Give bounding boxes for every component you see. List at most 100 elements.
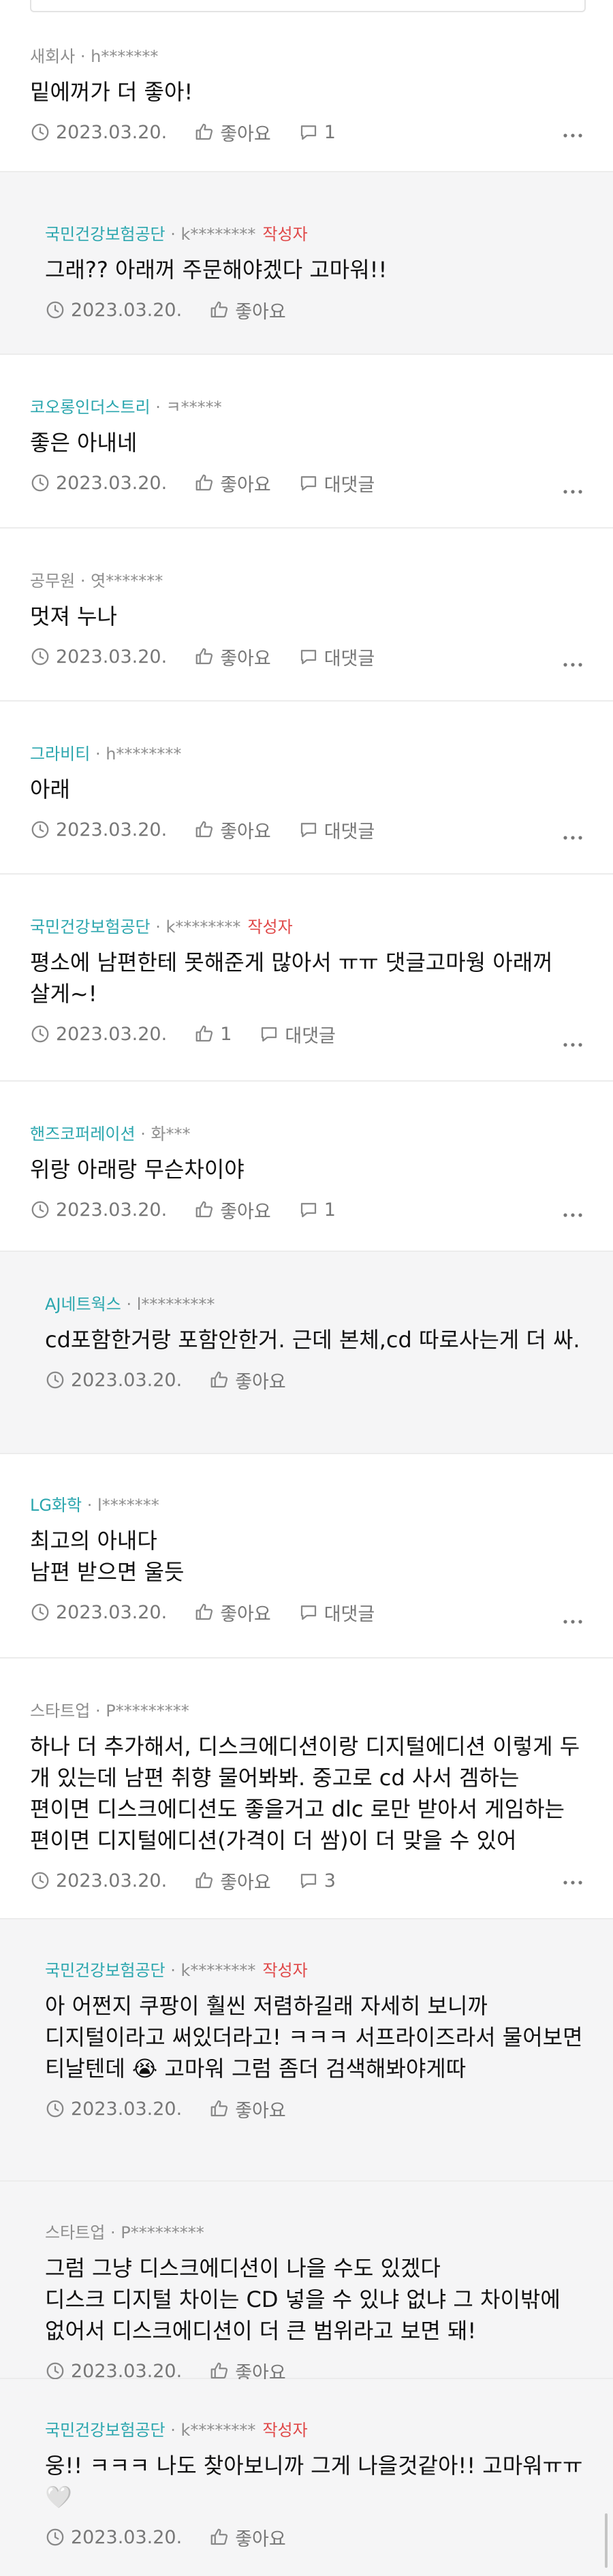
reply-button[interactable]: 3	[298, 1870, 336, 1891]
speech-bubble-icon	[300, 125, 316, 140]
comment-text: 멋져 누나	[30, 603, 117, 629]
author-badge: 작성자	[262, 225, 308, 244]
more-options-button[interactable]	[563, 123, 583, 148]
comment-item: 그라비티 · h******** 아래 2023.03.20. 좋아요 대댓글	[0, 702, 613, 875]
more-dots-icon	[563, 490, 582, 494]
user-id: k********	[180, 1961, 256, 1980]
date: 2023.03.20.	[45, 2361, 182, 2382]
like-button[interactable]: 좋아요	[209, 2524, 286, 2551]
like-button[interactable]: 좋아요	[209, 2096, 286, 2122]
like-button[interactable]: 좋아요	[194, 119, 271, 146]
clock-icon	[31, 1025, 49, 1043]
date: 2023.03.20.	[30, 1870, 167, 1891]
company-name: 핸즈코퍼레이션	[30, 1125, 136, 1144]
comment-text: 아래	[30, 776, 70, 802]
speech-bubble-icon	[300, 1605, 316, 1620]
more-dots-icon	[563, 663, 582, 667]
comment-item: 스타트업 · P********* 하나 더 추가해서, 디스크에디션이랑 디지…	[0, 1659, 613, 1919]
reply-button[interactable]: 대댓글	[259, 1021, 336, 1048]
user-id: h*******	[91, 47, 159, 66]
reply-button[interactable]: 대댓글	[298, 644, 375, 670]
like-button[interactable]: 좋아요	[194, 817, 271, 843]
clock-icon	[46, 2362, 64, 2380]
user-id: k********	[166, 917, 241, 937]
clock-icon	[31, 821, 49, 838]
company-name: 코오롱인더스트리	[30, 398, 151, 417]
reply-button[interactable]: 1	[298, 122, 336, 143]
more-dots-icon	[563, 1213, 582, 1217]
comment-text: 평소에 남편한테 못해준게 많아서 ㅠㅠ 댓글고마웡 아래꺼 살게~!	[30, 949, 560, 1007]
date: 2023.03.20.	[45, 300, 182, 321]
speech-bubble-icon	[300, 823, 316, 838]
clock-icon	[31, 1201, 49, 1219]
more-options-button[interactable]	[563, 826, 583, 850]
clock-icon	[46, 1371, 64, 1389]
user-id: l*******	[97, 1496, 159, 1515]
like-button[interactable]: 좋아요	[194, 644, 271, 670]
thumbs-up-icon	[210, 2362, 228, 2379]
user-id: h********	[106, 744, 182, 764]
thumbs-up-icon	[195, 648, 213, 665]
company-name: 국민건강보험공단	[45, 2421, 166, 2440]
thumbs-up-icon	[195, 821, 213, 838]
comment-item: 코오롱인더스트리 · ㅋ***** 좋은 아내네 2023.03.20. 좋아요…	[0, 355, 613, 529]
clock-icon	[46, 2100, 64, 2118]
more-options-button[interactable]	[563, 1870, 583, 1895]
author-badge: 작성자	[247, 917, 293, 937]
clock-icon	[31, 1872, 49, 1889]
more-options-button[interactable]	[563, 1609, 583, 1634]
comment-item: 새회사 · h******* 밑에꺼가 더 좋아! 2023.03.20. 좋아…	[0, 14, 613, 172]
reply-button[interactable]: 대댓글	[298, 470, 375, 497]
reply-button[interactable]: 대댓글	[298, 817, 375, 843]
more-dots-icon	[563, 1881, 582, 1885]
more-options-button[interactable]	[563, 653, 583, 677]
thumbs-up-icon	[195, 1872, 213, 1889]
comment-item: LG화학 · l******* 최고의 아내다 남편 받으면 울듯 2023.0…	[0, 1454, 613, 1659]
user-id: P*********	[106, 1701, 189, 1721]
clock-icon	[46, 301, 64, 319]
comment-text: 최고의 아내다 남편 받으면 울듯	[30, 1528, 185, 1585]
comment-item: 공무원 · 엿******* 멋져 누나 2023.03.20. 좋아요 대댓글	[0, 529, 613, 702]
thumbs-up-icon	[195, 123, 213, 140]
write-comment-box[interactable]	[30, 0, 586, 12]
more-options-button[interactable]	[563, 1033, 583, 1057]
more-dots-icon	[563, 133, 582, 138]
author-badge: 작성자	[262, 2421, 308, 2440]
like-button[interactable]: 1	[194, 1024, 232, 1045]
date: 2023.03.20.	[45, 1370, 182, 1391]
more-dots-icon	[563, 836, 582, 840]
like-button[interactable]: 좋아요	[194, 470, 271, 497]
comment-text: 하나 더 추가해서, 디스크에디션이랑 디지털에디션 이렇게 두 개 있는데 남…	[30, 1733, 587, 1853]
more-dots-icon	[563, 1043, 582, 1047]
comment-text: 그럼 그냥 디스크에디션이 나을 수도 있겠다 디스크 디지털 차이는 CD 넣…	[45, 2255, 561, 2344]
comment-text: 아 어쩐지 쿠팡이 훨씬 저렴하길래 자세히 보니까 디지털이라고 써있더라고!…	[45, 1993, 590, 2082]
comment-text: 그래?? 아래꺼 주문해야겠다 고마워!!	[45, 257, 388, 283]
reply-button[interactable]: 1	[298, 1199, 336, 1221]
like-button[interactable]: 좋아요	[194, 1599, 271, 1626]
like-button[interactable]: 좋아요	[209, 297, 286, 324]
more-options-button[interactable]	[563, 1203, 583, 1227]
comment-text: 좋은 아내네	[30, 430, 138, 456]
company-name: 그라비티	[30, 744, 91, 764]
more-options-button[interactable]	[563, 480, 583, 504]
speech-bubble-icon	[300, 650, 316, 665]
like-button[interactable]: 좋아요	[209, 1367, 286, 1394]
like-button[interactable]: 좋아요	[194, 1868, 271, 1894]
reply-item: 국민건강보험공단 · k******** 작성자 그래?? 아래꺼 주문해야겠다 …	[0, 172, 613, 355]
comment-text: 웅!! ㅋㅋㅋ 나도 찾아보니까 그게 나을것같아!! 고마워ㅠㅠ🤍	[45, 2453, 583, 2510]
more-dots-icon	[563, 1620, 582, 1624]
user-id: k********	[180, 2421, 256, 2440]
company-name: AJ네트웍스	[45, 1295, 121, 1314]
date: 2023.03.20.	[30, 473, 167, 494]
company-name: 새회사	[30, 47, 76, 66]
date: 2023.03.20.	[30, 819, 167, 841]
thumbs-up-icon	[195, 1025, 213, 1042]
clock-icon	[46, 2528, 64, 2546]
date: 2023.03.20.	[30, 1024, 167, 1045]
scrollbar[interactable]	[605, 2513, 608, 2568]
like-button[interactable]: 좋아요	[194, 1197, 271, 1223]
user-id: ㅋ*****	[166, 398, 222, 417]
date: 2023.03.20.	[45, 2099, 182, 2120]
reply-button[interactable]: 대댓글	[298, 1599, 375, 1626]
user-id: 엿*******	[91, 571, 163, 591]
